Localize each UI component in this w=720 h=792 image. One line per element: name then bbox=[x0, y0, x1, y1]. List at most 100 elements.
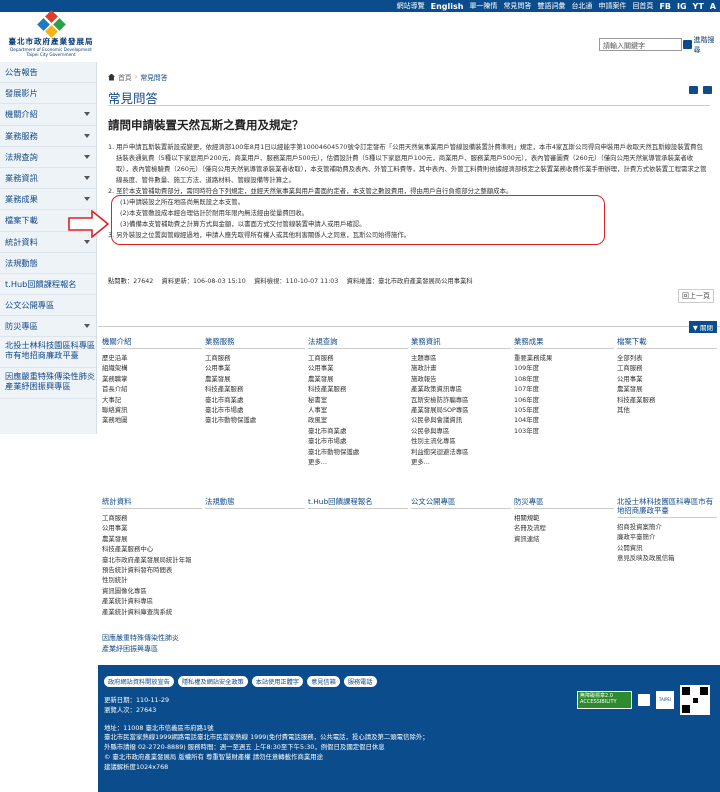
sitemap-link[interactable]: 相關規範 bbox=[514, 513, 614, 523]
sitemap-link[interactable]: 利益衝突迴避法專區 bbox=[411, 447, 511, 457]
top-link[interactable]: 雙語詞彙 bbox=[537, 1, 565, 11]
sitemap-link[interactable]: 業務地圖 bbox=[102, 415, 202, 425]
sitemap-link[interactable]: 科技產業服務 bbox=[308, 384, 408, 394]
sitemap-link[interactable]: 工商服務 bbox=[617, 363, 717, 373]
sitemap-link[interactable]: 臺北市市場處 bbox=[308, 436, 408, 446]
accessibility-badge[interactable]: 無障礙標章2.0 ACCESSIBILITY bbox=[577, 691, 632, 709]
sitemap-link[interactable]: 公用事業 bbox=[102, 523, 202, 533]
sitemap-column-title[interactable]: 業務成果 bbox=[514, 337, 614, 349]
sitemap-link[interactable]: 106年度 bbox=[514, 395, 614, 405]
sitemap-link[interactable]: 104年度 bbox=[514, 415, 614, 425]
top-link[interactable]: 回首頁 bbox=[632, 1, 653, 11]
footer-button[interactable]: 服務電話 bbox=[343, 676, 377, 687]
sitemap-link[interactable]: 名冊及流程 bbox=[514, 523, 614, 533]
sidebar-item[interactable]: 公告報告 bbox=[0, 62, 96, 84]
sidebar-item[interactable]: 業務服務 bbox=[0, 126, 96, 147]
sitemap-link[interactable]: 農業發展 bbox=[308, 374, 408, 384]
sitemap-link[interactable]: 產業統計資料庫查詢系統 bbox=[102, 607, 202, 617]
breadcrumb-current[interactable]: 常見問答 bbox=[140, 72, 167, 82]
sitemap-link[interactable]: 農業發展 bbox=[102, 534, 202, 544]
print-icon[interactable] bbox=[689, 86, 698, 94]
sidebar-item[interactable]: 業務資訊 bbox=[0, 168, 96, 190]
close-sitemap-button[interactable]: ▼ 關閉 bbox=[688, 321, 717, 333]
sitemap-link[interactable]: 招商投資案簡介 bbox=[617, 522, 717, 532]
sitemap-link[interactable]: 公開資訊 bbox=[617, 543, 717, 553]
sidebar-item[interactable]: 發展影片 bbox=[0, 83, 96, 105]
sitemap-extra-link[interactable]: 因應嚴重特殊傳染性肺炎 產業紓困振興專區 bbox=[102, 633, 179, 655]
home-icon[interactable] bbox=[108, 73, 115, 81]
instagram-link[interactable]: IG bbox=[677, 2, 687, 11]
top-link[interactable]: 單一陳情 bbox=[469, 1, 497, 11]
sitemap-link[interactable]: 108年度 bbox=[514, 374, 614, 384]
sitemap-link[interactable]: 主題專區 bbox=[411, 353, 511, 363]
sidebar-item[interactable]: 業務成果 bbox=[0, 189, 96, 211]
sitemap-link[interactable]: 廉政平臺簡介 bbox=[617, 532, 717, 542]
sitemap-link[interactable]: 109年度 bbox=[514, 363, 614, 373]
sitemap-link[interactable]: 人事室 bbox=[308, 405, 408, 415]
top-link[interactable]: 台北通 bbox=[571, 1, 592, 11]
sitemap-link[interactable]: 工商服務 bbox=[308, 353, 408, 363]
sitemap-link[interactable]: 其他 bbox=[617, 405, 717, 415]
sitemap-column-title[interactable]: 業務服務 bbox=[205, 337, 305, 349]
sitemap-link[interactable]: 科技產業服務中心 bbox=[102, 544, 202, 554]
sitemap-link[interactable]: 農業發展 bbox=[205, 374, 305, 384]
sitemap-link[interactable]: 瓦斯安檢防詐騙專區 bbox=[411, 395, 511, 405]
chevron-down-icon[interactable] bbox=[84, 197, 90, 202]
sitemap-link[interactable]: 農業發展 bbox=[617, 384, 717, 394]
facebook-link[interactable]: FB bbox=[659, 2, 671, 11]
sitemap-link[interactable]: 歷史沿革 bbox=[102, 353, 202, 363]
sidebar-item[interactable]: 公文公開專區 bbox=[0, 295, 96, 317]
sitemap-link[interactable]: 公用事業 bbox=[205, 363, 305, 373]
sitemap-link[interactable]: 103年度 bbox=[514, 426, 614, 436]
breadcrumb-home[interactable]: 首頁 bbox=[118, 72, 132, 82]
sitemap-link[interactable]: 首長介紹 bbox=[102, 384, 202, 394]
sitemap-link[interactable]: 產業統計資料專區 bbox=[102, 596, 202, 606]
sitemap-link[interactable]: 意見反映及政風信箱 bbox=[617, 553, 717, 563]
footer-button[interactable]: 本站使用正體字 bbox=[251, 676, 304, 687]
sitemap-link[interactable]: 公用事業 bbox=[308, 363, 408, 373]
sitemap-link[interactable]: 工商服務 bbox=[205, 353, 305, 363]
advanced-search-button[interactable]: 進階搜尋 bbox=[683, 36, 720, 54]
sitemap-link[interactable]: 科技產業服務 bbox=[205, 384, 305, 394]
site-logo[interactable]: 臺北市政府產業發展局 Department of Economic Develo… bbox=[3, 10, 99, 62]
sitemap-column-title[interactable]: 法規動態 bbox=[205, 497, 305, 509]
sitemap-link[interactable]: 聯絡資訊 bbox=[102, 405, 202, 415]
sitemap-link[interactable]: 科技產業服務 bbox=[617, 395, 717, 405]
sitemap-column-title[interactable]: 統計資料 bbox=[102, 497, 202, 509]
sitemap-link[interactable]: 臺北市市場處 bbox=[205, 405, 305, 415]
sidebar-item[interactable]: 因應嚴重特殊傳染性肺炎產業紓困振興專區 bbox=[0, 368, 96, 400]
chevron-down-icon[interactable] bbox=[84, 133, 90, 138]
sitemap-column-title[interactable]: t.Hub回饋課程報名 bbox=[308, 497, 408, 509]
font-size-link[interactable]: A bbox=[710, 2, 716, 11]
sitemap-link[interactable]: 組織架構 bbox=[102, 363, 202, 373]
sitemap-link[interactable]: 施政報告 bbox=[411, 374, 511, 384]
sitemap-link[interactable]: 臺北市動物保護處 bbox=[205, 415, 305, 425]
top-link[interactable]: 常見問答 bbox=[503, 1, 531, 11]
sitemap-column-title[interactable]: 檔案下載 bbox=[617, 337, 717, 349]
chevron-down-icon[interactable] bbox=[84, 239, 90, 244]
top-link[interactable]: 申請案件 bbox=[598, 1, 626, 11]
sitemap-link[interactable]: 臺北市商業處 bbox=[205, 395, 305, 405]
sitemap-link[interactable]: 公民參與會議資訊 bbox=[411, 415, 511, 425]
sitemap-link[interactable]: 公用事業 bbox=[617, 374, 717, 384]
top-link[interactable]: 網站導覽 bbox=[397, 1, 425, 11]
sitemap-column-title[interactable]: 法規查詢 bbox=[308, 337, 408, 349]
sitemap-link[interactable]: 性別統計 bbox=[102, 575, 202, 585]
sitemap-link[interactable]: 更多... bbox=[308, 457, 408, 467]
sitemap-link[interactable]: 全部列表 bbox=[617, 353, 717, 363]
sidebar-item[interactable]: 法規查詢 bbox=[0, 147, 96, 168]
sitemap-link[interactable]: 107年度 bbox=[514, 384, 614, 394]
sidebar-item[interactable]: 機關介紹 bbox=[0, 104, 96, 126]
sidebar-item[interactable]: t.Hub回饋課程報名 bbox=[0, 274, 96, 296]
sitemap-link[interactable]: 產業政策資訊專區 bbox=[411, 384, 511, 394]
sitemap-link[interactable]: 秘書室 bbox=[308, 395, 408, 405]
sitemap-link[interactable]: 預告統計資料發布時間表 bbox=[102, 565, 202, 575]
youtube-link[interactable]: YT bbox=[693, 2, 704, 11]
sitemap-link[interactable]: 資訊連結 bbox=[514, 534, 614, 544]
sitemap-link[interactable]: 性別主流化專區 bbox=[411, 436, 511, 446]
chevron-down-icon[interactable] bbox=[84, 154, 90, 159]
sidebar-item[interactable]: 法規動態 bbox=[0, 253, 96, 274]
sitemap-link[interactable]: 臺北市政府產業發展局統計年報 bbox=[102, 555, 202, 565]
sidebar-item[interactable]: 防災專區 bbox=[0, 316, 96, 338]
sitemap-link[interactable]: 產業發展局SOP專區 bbox=[411, 405, 511, 415]
